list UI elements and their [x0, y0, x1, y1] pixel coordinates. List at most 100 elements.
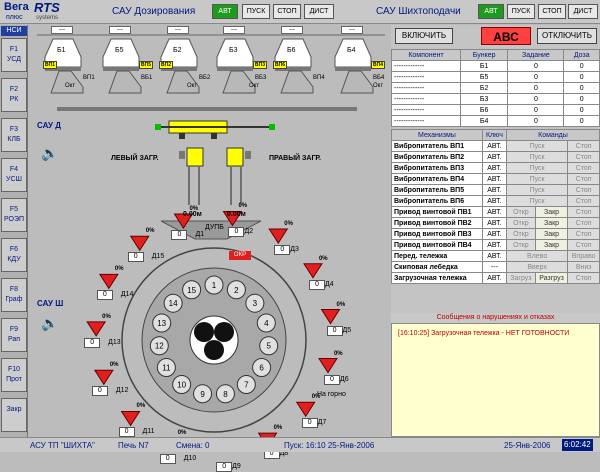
- mech-command-button[interactable]: Пуск: [505, 140, 569, 152]
- mech-name: Привод винтовой ПВ2: [391, 217, 483, 229]
- charge-pusk-button[interactable]: ПУСК: [507, 4, 535, 19]
- ring-num-9: 9: [200, 390, 205, 399]
- fkey-8[interactable]: F10 Прот: [1, 358, 27, 392]
- ring-num-10: 10: [177, 380, 186, 389]
- feeder-label-10: Д10: [183, 455, 197, 463]
- mech-command-button[interactable]: Пуск: [505, 173, 569, 185]
- feeder-value-9: 0: [216, 461, 233, 472]
- mech-key: АВТ.: [481, 250, 507, 262]
- comp-cell: 0: [507, 93, 565, 105]
- comp-header-2: Задание: [507, 49, 565, 61]
- status-bar: АСУ ТП "ШИХТА" Печь N7 Смена: 0 Пуск: 16…: [0, 437, 600, 452]
- feeder-value-4: 0: [308, 279, 325, 290]
- mech-command-button[interactable]: Стоп: [567, 228, 600, 240]
- feeder-label-1: Д1: [195, 231, 205, 239]
- ring-num-15: 15: [187, 286, 196, 295]
- mech-command-button[interactable]: Стоп: [567, 162, 600, 174]
- ring-num-3: 3: [253, 299, 258, 308]
- ring-num-8: 8: [223, 390, 228, 399]
- comp-cell: 0: [563, 71, 600, 83]
- left-load-label: ЛЕВЫЙ ЗАГР.: [111, 155, 159, 162]
- mech-key: АВТ.: [481, 162, 507, 174]
- nsi-label[interactable]: НСИ: [1, 26, 27, 36]
- charge-stop-button[interactable]: СТОП: [538, 4, 566, 19]
- feeder-pct-3: 0%: [284, 221, 293, 228]
- fkey-7[interactable]: F9 Рап: [1, 318, 27, 352]
- disable-button[interactable]: ОТКЛЮЧИТЬ: [537, 28, 597, 44]
- ring-num-13: 13: [157, 319, 166, 328]
- mech-command-button[interactable]: Вниз: [567, 261, 600, 273]
- comp-cell: 0: [563, 60, 600, 72]
- fkey-2[interactable]: F3 КЛБ: [1, 118, 27, 152]
- enable-button[interactable]: ВКЛЮЧИТЬ: [395, 28, 453, 44]
- mech-header-1: Ключ: [481, 129, 507, 141]
- fkey-0[interactable]: F1 УСД: [1, 38, 27, 72]
- mech-command-button[interactable]: Загруз: [505, 272, 536, 284]
- comp-cell: Б1: [459, 60, 509, 72]
- mech-command-button[interactable]: Стоп: [567, 272, 600, 284]
- fkey-3[interactable]: F4 УСШ: [1, 158, 27, 192]
- feeder-value-13: 0: [84, 337, 101, 348]
- mech-command-button[interactable]: Закр: [534, 217, 569, 229]
- mech-row: Привод винтовой ПВ3 АВТ. Откр Закр Стоп: [391, 228, 600, 240]
- logo-rts: RTS: [34, 0, 60, 15]
- feeder-funnel-4: [303, 263, 323, 279]
- comp-cell: 0: [507, 104, 565, 116]
- mech-command-button[interactable]: Стоп: [567, 239, 600, 251]
- mech-command-button[interactable]: Пуск: [505, 184, 569, 196]
- comp-cell: Б5: [459, 71, 509, 83]
- mech-command-button[interactable]: Откр: [505, 228, 536, 240]
- mech-command-button[interactable]: Разгруз: [534, 272, 569, 284]
- mech-command-button[interactable]: Откр: [505, 239, 536, 251]
- messages-box[interactable]: [16:10:25] Загрузочная тележка - НЕТ ГОТ…: [391, 323, 600, 437]
- vb-lower-3: ВБ3: [255, 75, 267, 81]
- mech-command-button[interactable]: Влево: [505, 250, 569, 262]
- mech-command-button[interactable]: Стоп: [567, 173, 600, 185]
- mech-name: Вибропитатель ВП3: [391, 162, 483, 174]
- mech-command-button[interactable]: Пуск: [505, 195, 569, 207]
- fkey-4[interactable]: F5 РОЭП: [1, 198, 27, 232]
- dosing-stop-button[interactable]: СТОП: [273, 4, 301, 19]
- mech-name: Вибропитатель ВП1: [391, 140, 483, 152]
- charge-dist-button[interactable]: ДИСТ: [568, 4, 598, 19]
- vp-tag-1: ВП5: [139, 61, 153, 69]
- mech-command-button[interactable]: Закр: [534, 239, 569, 251]
- mech-command-button[interactable]: Вправо: [567, 250, 600, 262]
- feeder-value-3: 0: [274, 245, 291, 256]
- speaker-icon-sh[interactable]: 🔊: [41, 315, 58, 332]
- fkey-1[interactable]: F2 РК: [1, 78, 27, 112]
- comp-cell: 0: [563, 104, 600, 116]
- mech-command-button[interactable]: Закр: [534, 228, 569, 240]
- mech-command-button[interactable]: Стоп: [567, 217, 600, 229]
- charge-avt-button[interactable]: АВТ: [478, 4, 504, 19]
- fkey-9[interactable]: Закр: [1, 398, 27, 432]
- mech-command-button[interactable]: Откр: [505, 206, 536, 218]
- feeder-value-10: 0: [159, 454, 176, 465]
- dosing-avt-button[interactable]: АВТ: [212, 4, 238, 19]
- fkey-5[interactable]: F6 КДУ: [1, 238, 27, 272]
- mech-command-button[interactable]: Откр: [505, 217, 536, 229]
- dosing-pusk-button[interactable]: ПУСК: [242, 4, 270, 19]
- comp-cell: -------------: [391, 115, 461, 127]
- fkey-6[interactable]: F8 Граф: [1, 278, 27, 312]
- mech-header-0: Механизмы: [391, 129, 483, 141]
- mech-command-button[interactable]: Стоп: [567, 140, 600, 152]
- bunker-label-3: Б3: [229, 47, 238, 54]
- status-pusk: Пуск: 16:10 25-Янв-2006: [284, 441, 375, 450]
- feeder-label-11: Д11: [142, 428, 155, 436]
- vb-lower-4: ВП4: [313, 75, 325, 81]
- dosing-dist-button[interactable]: ДИСТ: [304, 4, 334, 19]
- feeder-funnel-6: [318, 358, 338, 374]
- mech-command-button[interactable]: Пуск: [505, 162, 569, 174]
- okr-indicator: ОКР: [229, 251, 251, 260]
- mech-command-button[interactable]: Стоп: [567, 184, 600, 196]
- mech-command-button[interactable]: Стоп: [567, 206, 600, 218]
- mech-command-button[interactable]: Пуск: [505, 151, 569, 163]
- mech-command-button[interactable]: Стоп: [567, 195, 600, 207]
- comp-cell: Б4: [459, 115, 509, 127]
- speaker-icon-d[interactable]: 🔊: [41, 145, 58, 162]
- mech-command-button[interactable]: Вверх: [505, 261, 569, 273]
- mech-command-button[interactable]: Закр: [534, 206, 569, 218]
- mech-command-button[interactable]: Стоп: [567, 151, 600, 163]
- feeder-funnel-11: [120, 410, 141, 427]
